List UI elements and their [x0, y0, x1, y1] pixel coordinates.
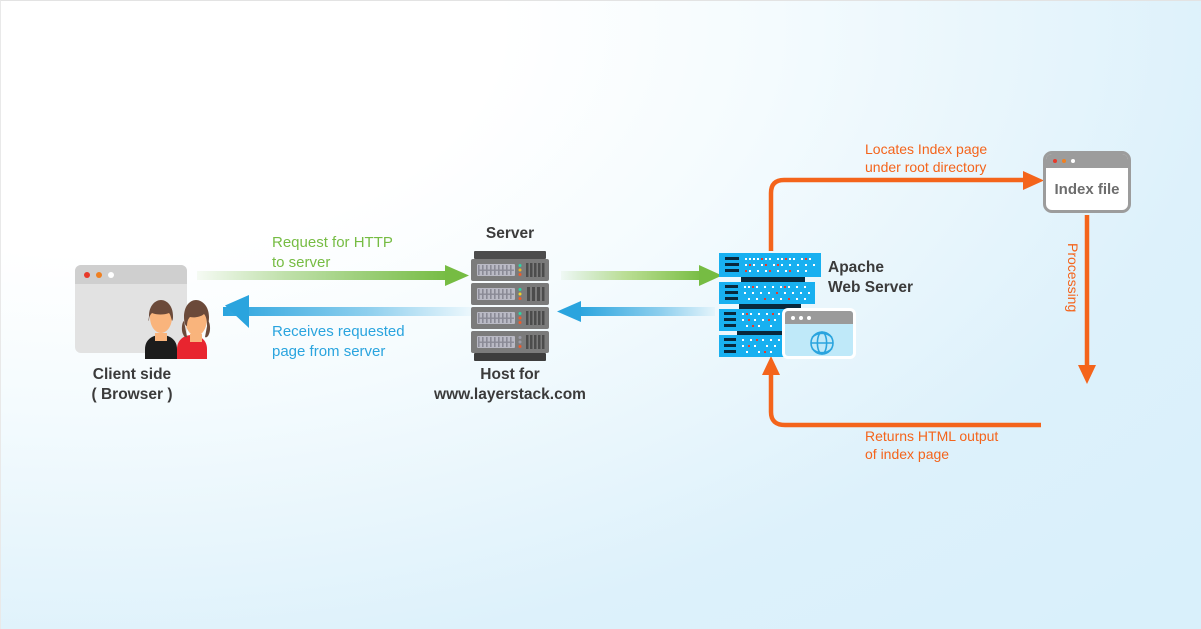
window-dot-orange: [1062, 159, 1066, 163]
server-host-line1: Host for: [480, 366, 540, 383]
receive-flow-label: Receives requested page from server: [272, 323, 405, 360]
host-server-rack-icon: [471, 251, 549, 361]
globe-icon: [810, 331, 834, 355]
arrow-request-server-to-apache: [561, 265, 722, 286]
window-dot-2: [799, 315, 803, 320]
apache-caption-line2: Web Server: [828, 279, 914, 297]
browser-title-bar: [75, 265, 187, 284]
arrow-response-apache-to-server: [557, 301, 715, 322]
request-flow-label: Request for HTTP to server: [272, 234, 393, 271]
client-caption: Client side ( Browser ): [59, 365, 205, 406]
arrow-returns-html-output: [762, 356, 1041, 428]
window-dot-red: [84, 271, 90, 278]
server-caption-top: Server: [485, 225, 535, 242]
window-dot-red: [1053, 159, 1057, 163]
server-host-domain: www.layerstack.com: [434, 386, 586, 404]
window-dot-1: [791, 315, 795, 320]
diagram-canvas: Client side ( Browser ) Server Host for w…: [0, 0, 1201, 629]
client-caption-line2: ( Browser ): [91, 386, 173, 404]
arrow-locates-index-page: [768, 171, 1044, 251]
client-caption-line1: Client side: [92, 366, 172, 383]
apache-browser-title-bar: [785, 311, 853, 324]
index-file-label: Index file: [1054, 180, 1120, 198]
apache-caption: Apache Web Server: [828, 258, 968, 299]
window-dot-white: [1071, 159, 1075, 163]
apache-caption-line1: Apache: [828, 259, 884, 276]
locates-flow-label: Locates Index page under root directory: [865, 141, 988, 176]
returns-flow-label: Returns HTML output of index page: [865, 428, 999, 463]
window-dot-3: [807, 315, 811, 320]
index-file-title-bar: [1046, 154, 1128, 168]
window-dot-orange: [96, 271, 102, 278]
apache-browser-window: [782, 308, 856, 359]
processing-flow-label: Processing: [1065, 243, 1081, 313]
window-dot-white: [108, 271, 114, 278]
users-icon: [145, 300, 211, 359]
index-file-window: Index file: [1043, 151, 1131, 213]
server-caption-bottom: Host for www.layerstack.com: [409, 365, 611, 406]
